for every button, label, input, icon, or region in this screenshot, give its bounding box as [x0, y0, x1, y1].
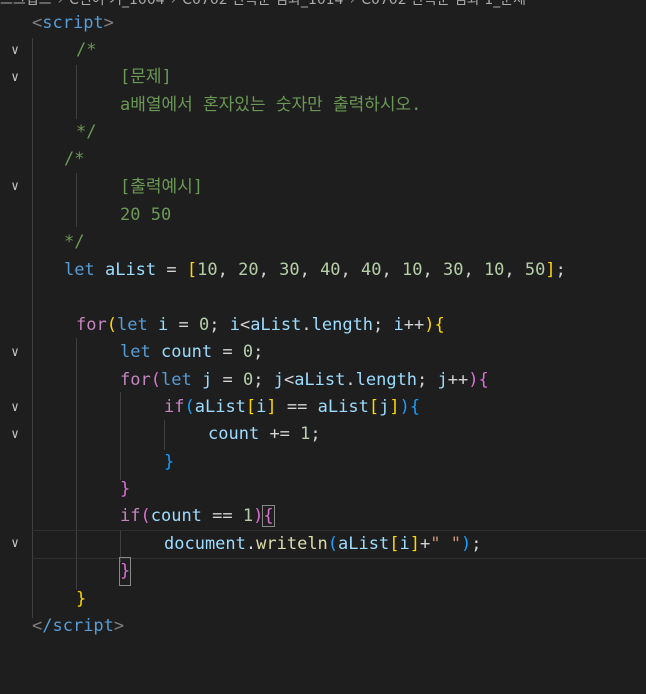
code-line[interactable]: ∨ /* [0, 37, 646, 85]
code-line[interactable]: [문제] [0, 64, 646, 91]
code-line[interactable]: ∨ <script> [0, 10, 646, 58]
code-line[interactable]: let aList = [10, 20, 30, 40, 40, 10, 30,… [0, 257, 646, 284]
code-line[interactable]: */ [0, 229, 646, 256]
code-line[interactable]: ∨ if(aList[i] == aList[j]){ [0, 394, 646, 442]
code-line[interactable]: */ [0, 119, 646, 146]
code-line[interactable]: a배열에서 혼자있는 숫자만 출력하시오. [0, 92, 646, 119]
code-line[interactable]: } [0, 586, 646, 613]
code-line[interactable]: } [0, 557, 646, 586]
code-line[interactable]: count += 1; [0, 421, 646, 448]
code-editor[interactable]: ∨ <script> ∨ /* [문제] a배열에서 혼자있는 숫자만 출력하시… [0, 0, 646, 694]
code-line[interactable]: ∨ /* [0, 146, 646, 194]
code-line[interactable]: let count = 0; [0, 339, 646, 366]
code-line[interactable]: [출력예시] [0, 174, 646, 201]
code-line[interactable]: ∨ for(let i = 0; i<aList.length; i++){ [0, 312, 646, 360]
code-line[interactable]: 20 50 [0, 202, 646, 229]
code-line[interactable]: ∨ if(count == 1){ [0, 503, 646, 551]
code-line[interactable]: document.writeln(aList[i]+" "); [0, 531, 646, 558]
code-line[interactable]: } [0, 449, 646, 476]
code-line[interactable]: </script> [0, 613, 646, 640]
code-line[interactable]: } [0, 476, 646, 503]
code-line[interactable]: ∨ for(let j = 0; j<aList.length; j++){ [0, 367, 646, 415]
